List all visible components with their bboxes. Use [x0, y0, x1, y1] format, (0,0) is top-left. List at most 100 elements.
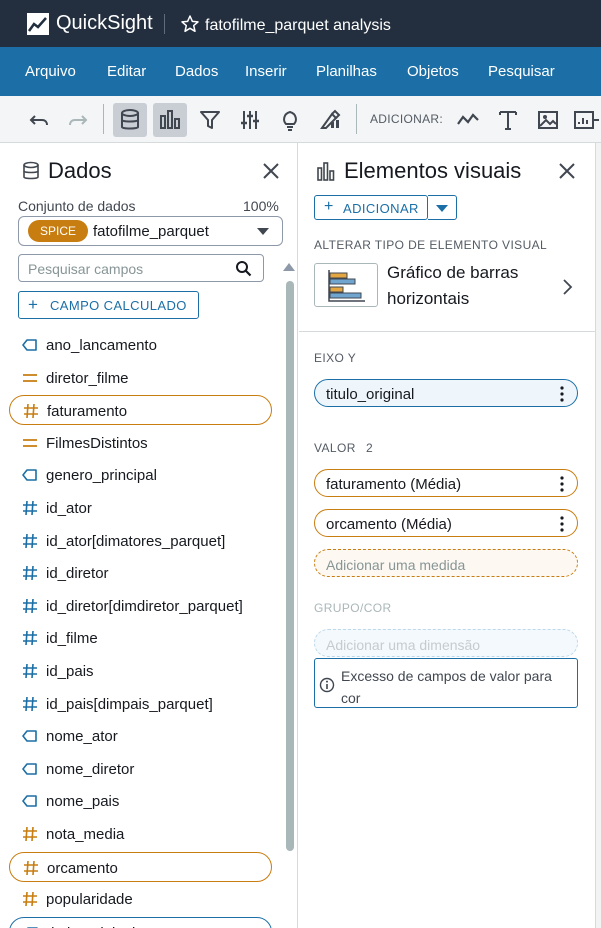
dataset-select[interactable]: SPICE fatofilme_parquet: [18, 216, 283, 246]
redo-icon[interactable]: [61, 103, 95, 137]
field-item[interactable]: id_diretor: [9, 558, 272, 588]
canvas-edge: [595, 143, 601, 928]
field-name: orcamento: [47, 859, 118, 877]
field-item[interactable]: FilmesDistintos: [9, 428, 272, 458]
quicksight-logo-icon[interactable]: [27, 13, 49, 35]
brand-name[interactable]: QuickSight: [56, 12, 153, 35]
more-options-icon[interactable]: [560, 386, 564, 402]
close-icon[interactable]: [261, 161, 281, 181]
toolbar: ADICIONAR:: [0, 96, 601, 143]
numeric-dimension-icon: [22, 533, 38, 549]
visuals-icon: [317, 162, 335, 181]
chevron-right-icon[interactable]: [561, 277, 573, 297]
add-dimension-dropzone[interactable]: Adicionar uma dimensão: [314, 629, 578, 657]
numeric-dimension-icon: [22, 663, 38, 679]
value-label: VALOR: [314, 441, 356, 455]
menu-arquivo[interactable]: Arquivo: [25, 63, 76, 80]
field-item[interactable]: id_pais[dimpais_parquet]: [9, 689, 272, 719]
filter-icon[interactable]: [193, 103, 227, 137]
y-axis-well[interactable]: titulo_original: [314, 379, 578, 407]
field-name: id_pais: [46, 663, 94, 680]
field-item[interactable]: popularidade: [9, 884, 272, 914]
insights-icon[interactable]: [273, 103, 307, 137]
field-item[interactable]: titulo_original: [9, 916, 272, 928]
add-calculated-field-button[interactable]: + CAMPO CALCULADO: [18, 291, 199, 319]
measure-icon: [22, 891, 38, 907]
add-label: ADICIONAR:: [370, 112, 444, 126]
value-well-orcamento[interactable]: orcamento (Média): [314, 509, 578, 537]
scrollbar[interactable]: [286, 281, 294, 851]
analysis-title[interactable]: fatofilme_parquet analysis: [205, 17, 391, 35]
search-icon[interactable]: [235, 260, 252, 277]
database-icon: [23, 161, 39, 180]
calculated-icon: [22, 370, 38, 386]
dataset-name: fatofilme_parquet: [93, 223, 209, 240]
numeric-dimension-icon: [22, 565, 38, 581]
horizontal-bar-chart-icon[interactable]: [314, 263, 378, 307]
field-item[interactable]: nome_ator: [9, 721, 272, 751]
group-color-label: GRUPO/COR: [314, 601, 392, 615]
field-item[interactable]: id_ator: [9, 493, 272, 523]
close-icon[interactable]: [557, 161, 577, 181]
add-visual-button[interactable]: + ADICIONAR: [314, 195, 428, 220]
add-insight-icon[interactable]: [571, 103, 601, 137]
menu-pesquisar[interactable]: Pesquisar: [488, 63, 555, 80]
field-item[interactable]: nota_media: [9, 819, 272, 849]
undo-icon[interactable]: [22, 103, 56, 137]
search-placeholder: Pesquisar campos: [28, 261, 144, 277]
info-icon: [319, 677, 335, 693]
menu-objetos[interactable]: Objetos: [407, 63, 459, 80]
measure-icon: [22, 826, 38, 842]
visuals-icon[interactable]: [153, 103, 187, 137]
more-options-icon[interactable]: [560, 516, 564, 532]
field-item[interactable]: id_pais: [9, 656, 272, 686]
menu-dados[interactable]: Dados: [175, 63, 218, 80]
field-item[interactable]: faturamento: [9, 395, 272, 426]
field-name: id_diretor[dimdiretor_parquet]: [46, 597, 243, 615]
divider: [299, 331, 595, 332]
chevron-down-icon: [436, 205, 448, 212]
search-input[interactable]: Pesquisar campos: [18, 254, 264, 282]
add-measure-placeholder: Adicionar uma medida: [326, 557, 466, 573]
add-measure-dropzone[interactable]: Adicionar uma medida: [314, 549, 578, 577]
dimension-icon: [22, 337, 38, 353]
visuals-panel: Elementos visuais + ADICIONAR ALTERAR TI…: [299, 143, 595, 928]
field-item[interactable]: id_ator[dimatores_parquet]: [9, 526, 272, 556]
field-item[interactable]: ano_lancamento: [9, 330, 272, 360]
more-options-icon[interactable]: [560, 476, 564, 492]
dimension-icon: [22, 467, 38, 483]
add-image-icon[interactable]: [531, 103, 565, 137]
app-header: QuickSight fatofilme_parquet analysis: [0, 0, 601, 47]
themes-icon[interactable]: [313, 103, 347, 137]
database-icon[interactable]: [113, 103, 147, 137]
dataset-label: Conjunto de dados: [18, 198, 136, 214]
add-dimension-placeholder: Adicionar uma dimensão: [326, 637, 481, 653]
data-panel: Dados Conjunto de dados 100% SPICE fatof…: [0, 143, 298, 928]
field-item[interactable]: nome_diretor: [9, 754, 272, 784]
field-name: faturamento: [47, 403, 128, 421]
toolbar-divider: [103, 104, 104, 134]
field-item[interactable]: diretor_filme: [9, 363, 272, 393]
field-item[interactable]: orcamento: [9, 851, 272, 882]
calculated-field-label: CAMPO CALCULADO: [50, 298, 187, 313]
parameters-icon[interactable]: [233, 103, 267, 137]
add-visual-dropdown[interactable]: [428, 195, 457, 220]
field-item[interactable]: id_diretor[dimdiretor_parquet]: [9, 591, 272, 621]
field-item[interactable]: nome_pais: [9, 786, 272, 816]
add-text-icon[interactable]: [491, 103, 525, 137]
add-line-chart-icon[interactable]: [451, 103, 485, 137]
scroll-up-arrow[interactable]: [283, 263, 295, 271]
menu-editar[interactable]: Editar: [107, 63, 146, 80]
plus-icon: +: [324, 198, 334, 215]
field-name: id_ator[dimatores_parquet]: [46, 532, 226, 550]
menu-inserir[interactable]: Inserir: [245, 63, 287, 80]
numeric-dimension-icon: [22, 598, 38, 614]
menu-planilhas[interactable]: Planilhas: [316, 63, 377, 80]
numeric-dimension-icon: [22, 500, 38, 516]
value-well-faturamento[interactable]: faturamento (Média): [314, 469, 578, 497]
spice-badge: SPICE: [28, 220, 88, 242]
favorite-star-icon[interactable]: [180, 14, 200, 34]
field-item[interactable]: genero_principal: [9, 460, 272, 490]
visual-type-name[interactable]: Gráfico de barras horizontais: [387, 260, 557, 312]
field-item[interactable]: id_filme: [9, 623, 272, 653]
